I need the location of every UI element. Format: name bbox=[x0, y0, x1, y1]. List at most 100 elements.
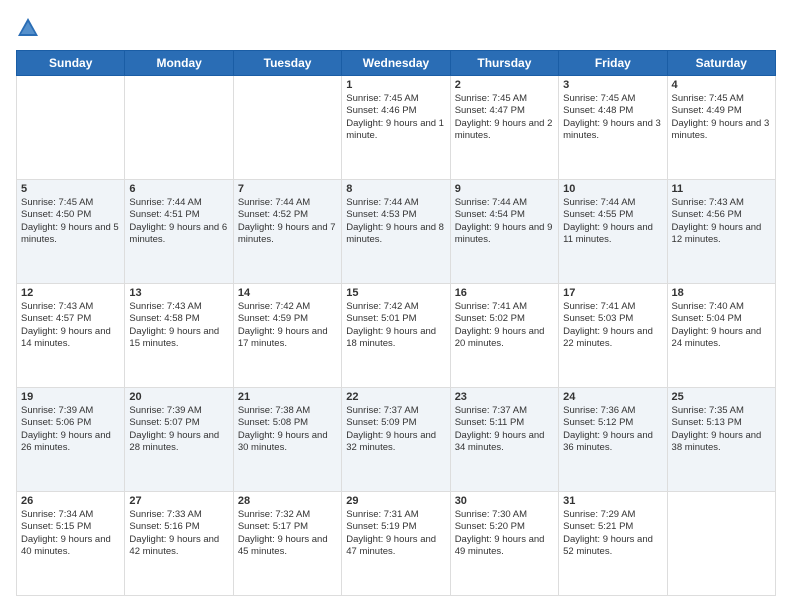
cell-text: Daylight: 9 hours and 52 minutes. bbox=[563, 534, 662, 559]
cell-text: Daylight: 9 hours and 32 minutes. bbox=[346, 430, 445, 455]
cell-text: Sunset: 4:53 PM bbox=[346, 209, 445, 221]
cell-text: Daylight: 9 hours and 38 minutes. bbox=[672, 430, 771, 455]
calendar-cell: 30Sunrise: 7:30 AMSunset: 5:20 PMDayligh… bbox=[450, 492, 558, 596]
calendar-cell: 3Sunrise: 7:45 AMSunset: 4:48 PMDaylight… bbox=[559, 76, 667, 180]
day-number: 26 bbox=[21, 495, 120, 507]
cell-text: Sunrise: 7:42 AM bbox=[346, 301, 445, 313]
cell-text: Daylight: 9 hours and 45 minutes. bbox=[238, 534, 337, 559]
day-number: 15 bbox=[346, 287, 445, 299]
calendar-cell: 26Sunrise: 7:34 AMSunset: 5:15 PMDayligh… bbox=[17, 492, 125, 596]
day-number: 2 bbox=[455, 79, 554, 91]
day-number: 29 bbox=[346, 495, 445, 507]
day-number: 20 bbox=[129, 391, 228, 403]
cell-text: Sunset: 5:06 PM bbox=[21, 417, 120, 429]
cell-text: Sunrise: 7:29 AM bbox=[563, 509, 662, 521]
cell-text: Daylight: 9 hours and 7 minutes. bbox=[238, 222, 337, 247]
calendar-cell: 23Sunrise: 7:37 AMSunset: 5:11 PMDayligh… bbox=[450, 388, 558, 492]
cell-text: Sunset: 5:15 PM bbox=[21, 521, 120, 533]
calendar-cell: 2 Sunrise: 7:45 AMSunset: 4:47 PMDaylight… bbox=[450, 76, 558, 180]
cell-text: Sunrise: 7:34 AM bbox=[21, 509, 120, 521]
cell-text: Sunset: 5:21 PM bbox=[563, 521, 662, 533]
day-number: 25 bbox=[672, 391, 771, 403]
calendar-cell: 9Sunrise: 7:44 AMSunset: 4:54 PMDaylight… bbox=[450, 180, 558, 284]
cell-text: Sunset: 4:59 PM bbox=[238, 313, 337, 325]
cell-text: Daylight: 9 hours and 18 minutes. bbox=[346, 326, 445, 351]
cell-text: Sunrise: 7:45 AM bbox=[455, 93, 554, 105]
calendar-cell: 27Sunrise: 7:33 AMSunset: 5:16 PMDayligh… bbox=[125, 492, 233, 596]
cell-text: Sunrise: 7:40 AM bbox=[672, 301, 771, 313]
cell-text: Daylight: 9 hours and 5 minutes. bbox=[21, 222, 120, 247]
cell-text: Daylight: 9 hours and 24 minutes. bbox=[672, 326, 771, 351]
cell-text: Sunrise: 7:45 AM bbox=[672, 93, 771, 105]
cell-text: Sunset: 5:09 PM bbox=[346, 417, 445, 429]
cell-text: Sunset: 5:17 PM bbox=[238, 521, 337, 533]
logo bbox=[16, 16, 44, 40]
cell-text: Daylight: 9 hours and 2 minutes. bbox=[455, 118, 554, 143]
day-number: 13 bbox=[129, 287, 228, 299]
cell-text: Sunrise: 7:45 AM bbox=[563, 93, 662, 105]
cell-text: Sunrise: 7:39 AM bbox=[129, 405, 228, 417]
cell-text: Sunrise: 7:43 AM bbox=[129, 301, 228, 313]
cell-text: Sunrise: 7:45 AM bbox=[346, 93, 445, 105]
calendar-cell: 29Sunrise: 7:31 AMSunset: 5:19 PMDayligh… bbox=[342, 492, 450, 596]
cell-text: Sunset: 4:57 PM bbox=[21, 313, 120, 325]
cell-text: Sunrise: 7:37 AM bbox=[346, 405, 445, 417]
cell-text: Daylight: 9 hours and 1 minute. bbox=[346, 118, 445, 143]
cell-text: Sunrise: 7:44 AM bbox=[563, 197, 662, 209]
day-header-friday: Friday bbox=[559, 51, 667, 76]
day-number: 12 bbox=[21, 287, 120, 299]
cell-text: Sunset: 5:11 PM bbox=[455, 417, 554, 429]
day-number: 6 bbox=[129, 183, 228, 195]
calendar-cell: 22Sunrise: 7:37 AMSunset: 5:09 PMDayligh… bbox=[342, 388, 450, 492]
cell-text: Sunset: 5:19 PM bbox=[346, 521, 445, 533]
day-header-wednesday: Wednesday bbox=[342, 51, 450, 76]
cell-text: Sunrise: 7:44 AM bbox=[346, 197, 445, 209]
calendar-week-row: 1Sunrise: 7:45 AMSunset: 4:46 PMDaylight… bbox=[17, 76, 776, 180]
cell-text: Sunrise: 7:33 AM bbox=[129, 509, 228, 521]
day-header-monday: Monday bbox=[125, 51, 233, 76]
day-number: 9 bbox=[455, 183, 554, 195]
cell-text: Sunset: 5:16 PM bbox=[129, 521, 228, 533]
calendar-header-row: SundayMondayTuesdayWednesdayThursdayFrid… bbox=[17, 51, 776, 76]
calendar-cell: 1Sunrise: 7:45 AMSunset: 4:46 PMDaylight… bbox=[342, 76, 450, 180]
calendar-cell: 5Sunrise: 7:45 AMSunset: 4:50 PMDaylight… bbox=[17, 180, 125, 284]
calendar-week-row: 12Sunrise: 7:43 AMSunset: 4:57 PMDayligh… bbox=[17, 284, 776, 388]
calendar-cell: 12Sunrise: 7:43 AMSunset: 4:57 PMDayligh… bbox=[17, 284, 125, 388]
day-header-thursday: Thursday bbox=[450, 51, 558, 76]
cell-text: Sunrise: 7:30 AM bbox=[455, 509, 554, 521]
day-number: 8 bbox=[346, 183, 445, 195]
day-header-saturday: Saturday bbox=[667, 51, 775, 76]
day-number: 28 bbox=[238, 495, 337, 507]
calendar-cell: 16Sunrise: 7:41 AMSunset: 5:02 PMDayligh… bbox=[450, 284, 558, 388]
cell-text: Daylight: 9 hours and 20 minutes. bbox=[455, 326, 554, 351]
cell-text: Sunset: 4:54 PM bbox=[455, 209, 554, 221]
cell-text: Daylight: 9 hours and 26 minutes. bbox=[21, 430, 120, 455]
calendar-cell: 10Sunrise: 7:44 AMSunset: 4:55 PMDayligh… bbox=[559, 180, 667, 284]
cell-text: Sunset: 4:47 PM bbox=[455, 105, 554, 117]
cell-text: Sunset: 4:51 PM bbox=[129, 209, 228, 221]
cell-text: Sunset: 5:04 PM bbox=[672, 313, 771, 325]
day-number: 5 bbox=[21, 183, 120, 195]
cell-text: Sunset: 5:01 PM bbox=[346, 313, 445, 325]
day-number: 17 bbox=[563, 287, 662, 299]
cell-text: Sunset: 5:08 PM bbox=[238, 417, 337, 429]
calendar-cell: 28Sunrise: 7:32 AMSunset: 5:17 PMDayligh… bbox=[233, 492, 341, 596]
calendar-cell bbox=[233, 76, 341, 180]
cell-text: Sunset: 4:49 PM bbox=[672, 105, 771, 117]
day-number: 1 bbox=[346, 79, 445, 91]
calendar-cell: 25Sunrise: 7:35 AMSunset: 5:13 PMDayligh… bbox=[667, 388, 775, 492]
day-number: 31 bbox=[563, 495, 662, 507]
cell-text: Daylight: 9 hours and 49 minutes. bbox=[455, 534, 554, 559]
cell-text: Sunrise: 7:41 AM bbox=[455, 301, 554, 313]
calendar-cell: 21Sunrise: 7:38 AMSunset: 5:08 PMDayligh… bbox=[233, 388, 341, 492]
day-number: 14 bbox=[238, 287, 337, 299]
cell-text: Daylight: 9 hours and 47 minutes. bbox=[346, 534, 445, 559]
calendar-cell bbox=[125, 76, 233, 180]
day-number: 27 bbox=[129, 495, 228, 507]
cell-text: Sunset: 4:52 PM bbox=[238, 209, 337, 221]
cell-text: Daylight: 9 hours and 14 minutes. bbox=[21, 326, 120, 351]
cell-text: Daylight: 9 hours and 36 minutes. bbox=[563, 430, 662, 455]
cell-text: Sunrise: 7:44 AM bbox=[455, 197, 554, 209]
cell-text: Sunset: 4:58 PM bbox=[129, 313, 228, 325]
cell-text: Daylight: 9 hours and 22 minutes. bbox=[563, 326, 662, 351]
